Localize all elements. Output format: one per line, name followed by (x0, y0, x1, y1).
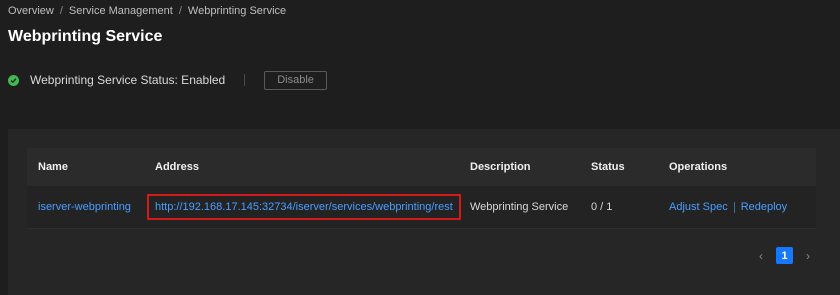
services-table: Name Address Description Status Operatio… (27, 148, 816, 229)
page-button-1[interactable]: 1 (776, 247, 793, 264)
chevron-right-icon[interactable]: › (803, 249, 813, 263)
table-row: iserver-webprinting http://192.168.17.14… (27, 186, 816, 229)
redeploy-link[interactable]: Redeploy (741, 201, 787, 213)
column-header-name: Name (38, 161, 68, 173)
breadcrumb-separator: / (178, 5, 182, 17)
column-header-status: Status (591, 161, 625, 173)
column-header-description: Description (470, 161, 531, 173)
breadcrumb-current: Webprinting Service (187, 5, 287, 17)
service-status-count: 0 / 1 (591, 201, 613, 213)
divider (244, 74, 246, 86)
chevron-left-icon[interactable]: ‹ (756, 249, 766, 263)
check-circle-icon (8, 75, 19, 86)
service-status-row: Webprinting Service Status: Enabled Disa… (8, 70, 327, 90)
service-name-link[interactable]: iserver-webprinting (38, 201, 131, 213)
service-status-label: Webprinting Service Status: Enabled (30, 73, 226, 87)
page-title: Webprinting Service (8, 28, 163, 45)
column-header-address: Address (155, 161, 200, 173)
service-address-link[interactable]: http://192.168.17.145:32734/iserver/serv… (147, 194, 461, 220)
table-header: Name Address Description Status Operatio… (27, 148, 816, 186)
operations-cell: Adjust Spec Redeploy (669, 201, 787, 213)
disable-button[interactable]: Disable (264, 70, 327, 90)
breadcrumb: Overview / Service Management / Webprint… (8, 5, 286, 17)
operations-divider (733, 201, 735, 213)
service-description: Webprinting Service (470, 201, 569, 213)
pagination: ‹ 1 › (756, 247, 813, 264)
breadcrumb-overview[interactable]: Overview (8, 5, 54, 17)
adjust-spec-link[interactable]: Adjust Spec (669, 201, 728, 213)
column-header-operations: Operations (669, 161, 728, 173)
breadcrumb-separator: / (59, 5, 63, 17)
breadcrumb-service-management[interactable]: Service Management (69, 5, 173, 17)
